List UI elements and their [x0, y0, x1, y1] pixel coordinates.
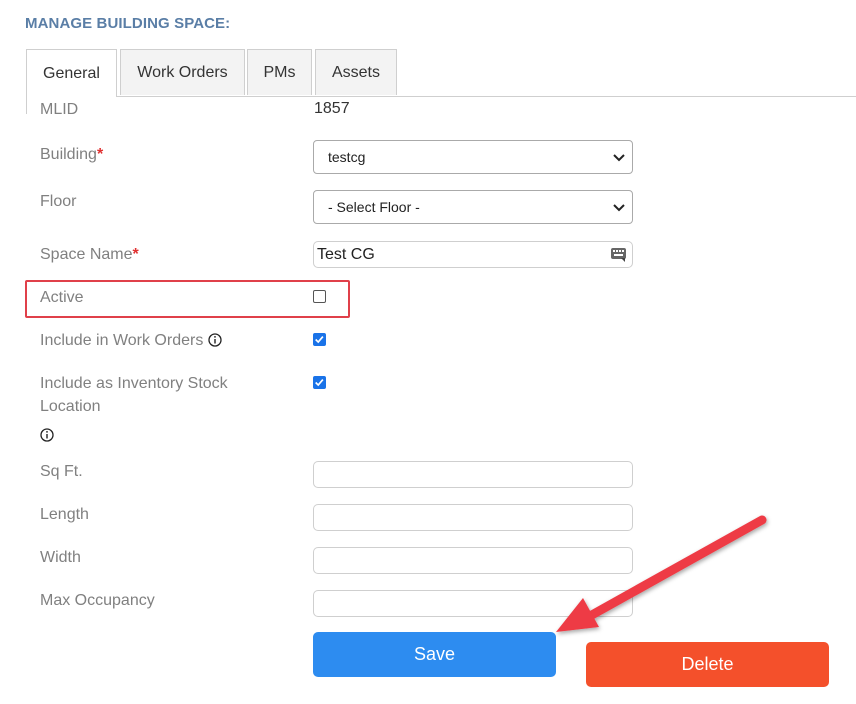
length-input[interactable]: [313, 504, 633, 531]
include-work-orders-label: Include in Work Orders: [40, 329, 222, 352]
tab-pms[interactable]: PMs: [247, 49, 312, 95]
include-inventory-info: [40, 424, 54, 447]
include-inventory-label: Include as Inventory Stock: [40, 375, 228, 392]
length-label: Length: [40, 506, 89, 523]
active-label: Active: [40, 289, 84, 306]
active-checkbox[interactable]: [313, 290, 326, 303]
include-work-orders-label-text: Include in Work Orders: [40, 332, 204, 349]
mlid-label: MLID: [40, 101, 79, 118]
required-marker: *: [96, 146, 104, 163]
building-select-value: testcg: [328, 149, 366, 165]
floor-select-value: - Select Floor -: [328, 199, 420, 215]
tab-work-orders[interactable]: Work Orders: [120, 49, 245, 95]
space-name-label: Space Name*: [40, 243, 139, 266]
max-occupancy-input[interactable]: [313, 590, 633, 617]
sq-ft-label: Sq Ft.: [40, 463, 83, 480]
tab-assets[interactable]: Assets: [315, 49, 397, 95]
max-occupancy-label: Max Occupancy: [40, 592, 155, 609]
include-inventory-checkbox[interactable]: [313, 376, 326, 389]
checkmark-icon: [315, 335, 324, 344]
space-name-value: Test CG: [317, 245, 375, 263]
floor-label: Floor: [40, 193, 77, 210]
width-input[interactable]: [313, 547, 633, 574]
panel-border: [26, 96, 27, 114]
mlid-value: 1857: [314, 100, 350, 117]
save-button[interactable]: Save: [313, 632, 556, 677]
sq-ft-input[interactable]: [313, 461, 633, 488]
keyboard-icon[interactable]: [610, 246, 627, 263]
page-title: MANAGE BUILDING SPACE:: [25, 15, 231, 32]
building-label: Building*: [40, 143, 103, 166]
chevron-down-icon: [613, 154, 625, 162]
info-icon[interactable]: [208, 333, 222, 347]
delete-button[interactable]: Delete: [586, 642, 829, 687]
tab-general[interactable]: General: [26, 49, 117, 97]
chevron-down-icon: [613, 204, 625, 212]
checkmark-icon: [315, 378, 324, 387]
info-icon[interactable]: [40, 428, 54, 442]
building-select[interactable]: testcg: [313, 140, 633, 174]
space-name-input[interactable]: Test CG: [313, 241, 633, 268]
tab-divider: [117, 96, 856, 97]
width-label: Width: [40, 549, 81, 566]
include-work-orders-checkbox[interactable]: [313, 333, 326, 346]
building-label-text: Building: [40, 146, 97, 163]
include-inventory-label-line2: Location: [40, 398, 101, 415]
required-marker: *: [132, 246, 139, 263]
floor-select[interactable]: - Select Floor -: [313, 190, 633, 224]
space-name-label-text: Space Name: [40, 246, 133, 263]
